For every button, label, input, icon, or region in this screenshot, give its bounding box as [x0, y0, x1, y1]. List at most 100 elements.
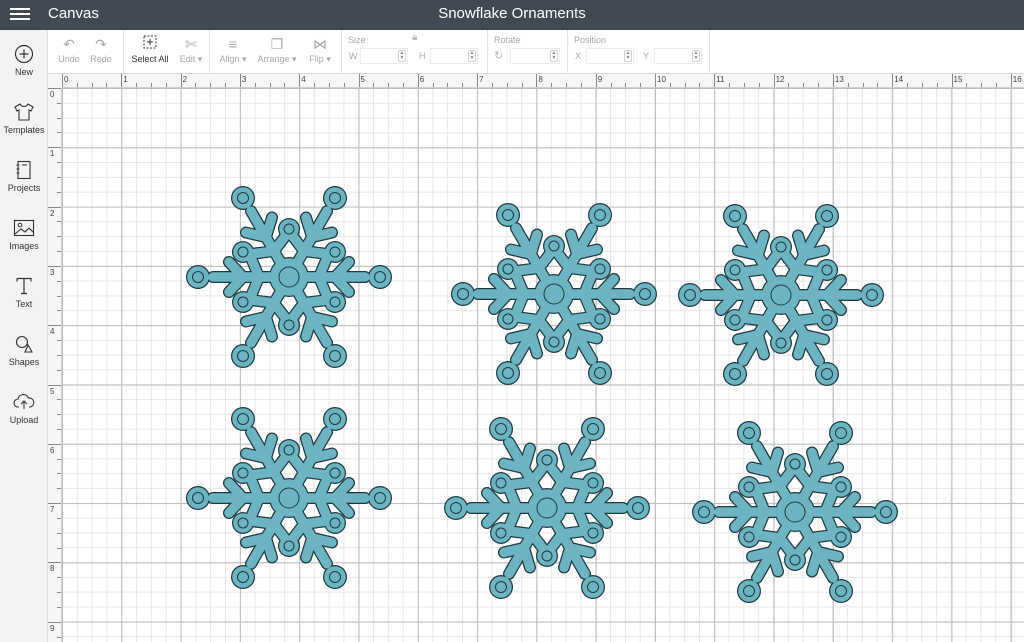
ruler-tick — [57, 577, 61, 579]
flip-icon: ⋈ — [313, 36, 327, 52]
ruler-left-label: 0 — [50, 90, 55, 99]
ruler-tick — [640, 83, 642, 87]
ruler-tick — [981, 83, 983, 87]
ruler-tick — [48, 443, 61, 445]
width-input[interactable]: W ▲ ▼ — [349, 48, 408, 64]
ruler-tick — [862, 83, 864, 87]
left-ruler: 0 1 2 3 4 5 6 7 8 9 — [48, 88, 62, 642]
ruler-left-label: 6 — [50, 445, 55, 455]
sidebar-item-upload[interactable]: Upload — [0, 392, 48, 448]
ruler-tick — [57, 592, 61, 594]
width-stepper[interactable]: ▲ ▼ — [398, 50, 406, 62]
ruler-tick — [269, 83, 271, 87]
ruler-tick — [48, 621, 61, 623]
ruler-tick — [76, 83, 78, 87]
rotate-stepper[interactable]: ▲ ▼ — [550, 50, 558, 62]
ruler-tick — [57, 132, 61, 134]
ruler-top-label: 10 — [657, 75, 666, 84]
select-all-button[interactable]: Select All — [128, 34, 172, 64]
ruler-tick — [995, 83, 997, 87]
ruler-tick — [57, 310, 61, 312]
ruler-tick — [907, 83, 909, 87]
ruler-tick — [57, 191, 61, 193]
sidebar-item-text[interactable]: Text — [0, 276, 48, 332]
align-button[interactable]: ≡ Align ▾ — [216, 34, 250, 65]
ruler-tick — [48, 147, 61, 149]
size-group: Size 🔒︎ W ▲ ▼ H ▲ ▼ — [342, 30, 488, 74]
edit-button[interactable]: ✄ Edit ▾ — [176, 34, 206, 65]
sidebar-item-templates[interactable]: Templates — [0, 102, 48, 158]
ruler-tick — [595, 74, 597, 87]
ruler-tick — [57, 295, 61, 297]
ruler-tick — [788, 83, 790, 87]
tshirt-icon — [14, 103, 34, 121]
ruler-tick — [57, 354, 61, 356]
design-canvas[interactable] — [62, 88, 1024, 642]
height-stepper[interactable]: ▲ ▼ — [468, 50, 476, 62]
ruler-tick — [57, 369, 61, 371]
ruler-tick — [388, 83, 390, 87]
sidebar-item-new[interactable]: New — [0, 44, 48, 100]
snowflake-6[interactable] — [690, 418, 900, 606]
ruler-tick — [136, 83, 138, 87]
notebook-icon — [16, 160, 31, 180]
snowflake-3[interactable] — [676, 201, 886, 389]
ruler-tick — [57, 176, 61, 178]
snowflake-4[interactable] — [184, 404, 394, 592]
plus-circle-icon — [14, 44, 34, 64]
ruler-tick — [803, 83, 805, 87]
ruler-tick — [62, 74, 63, 87]
flip-button[interactable]: ⋈ Flip ▾ — [304, 34, 336, 65]
ruler-tick — [48, 503, 61, 505]
ruler-tick — [57, 251, 61, 253]
ruler-top-label: 2 — [182, 75, 188, 84]
ruler-tick — [491, 83, 493, 87]
ruler-tick — [432, 83, 434, 87]
ruler-top-label: 14 — [894, 75, 904, 84]
ruler-left-label: 2 — [50, 208, 55, 218]
snowflake-2[interactable] — [449, 200, 659, 388]
ruler-tick — [1010, 74, 1012, 87]
rotate-input[interactable]: ▲ ▼ — [510, 48, 560, 64]
sidebar-item-projects[interactable]: Projects — [0, 160, 48, 216]
ruler-top-label: 16 — [1012, 75, 1022, 84]
position-group: Position X ▲ ▼ Y ▲ ▼ — [568, 30, 710, 74]
ruler-tick — [328, 83, 330, 87]
y-position-input[interactable]: Y ▲ ▼ — [643, 48, 702, 64]
ruler-top-label: 11 — [716, 75, 725, 84]
redo-button[interactable]: ↷ Redo — [88, 34, 114, 64]
ruler-tick — [936, 83, 938, 87]
ruler-tick — [57, 280, 61, 282]
sidebar-item-images[interactable]: Images — [0, 218, 48, 274]
ruler-tick — [506, 83, 508, 87]
snowflake-1[interactable] — [184, 183, 394, 371]
project-title: Snowflake Ornaments — [438, 5, 586, 22]
arrange-button[interactable]: ❐ Arrange ▾ — [256, 34, 298, 65]
undo-button[interactable]: ↶ Undo — [56, 34, 82, 64]
x-stepper[interactable]: ▲ ▼ — [624, 50, 632, 62]
ruler-tick — [121, 74, 123, 87]
ruler-tick — [743, 83, 745, 87]
ruler-tick — [180, 74, 182, 87]
y-stepper[interactable]: ▲ ▼ — [692, 50, 700, 62]
x-position-input[interactable]: X ▲ ▼ — [575, 48, 634, 64]
ruler-top-label: 7 — [479, 75, 484, 84]
ruler-tick — [210, 83, 212, 87]
lock-icon[interactable]: 🔒︎ — [412, 32, 417, 43]
ruler-tick — [580, 83, 582, 87]
height-input[interactable]: H ▲ ▼ — [419, 48, 478, 64]
snowflake-5[interactable] — [442, 414, 652, 602]
ruler-tick — [195, 83, 197, 87]
ruler-tick — [239, 74, 241, 87]
ruler-corner — [48, 74, 62, 88]
size-label: Size — [348, 35, 366, 45]
ruler-tick — [402, 83, 404, 87]
ruler-tick — [57, 102, 61, 104]
ruler-tick — [57, 117, 61, 119]
ruler-tick — [57, 636, 61, 638]
ruler-tick — [106, 83, 108, 87]
ruler-left-label: 8 — [50, 564, 55, 574]
ruler-tick — [57, 414, 61, 416]
ruler-left-label: 5 — [50, 386, 55, 396]
sidebar-item-shapes[interactable]: Shapes — [0, 334, 48, 390]
